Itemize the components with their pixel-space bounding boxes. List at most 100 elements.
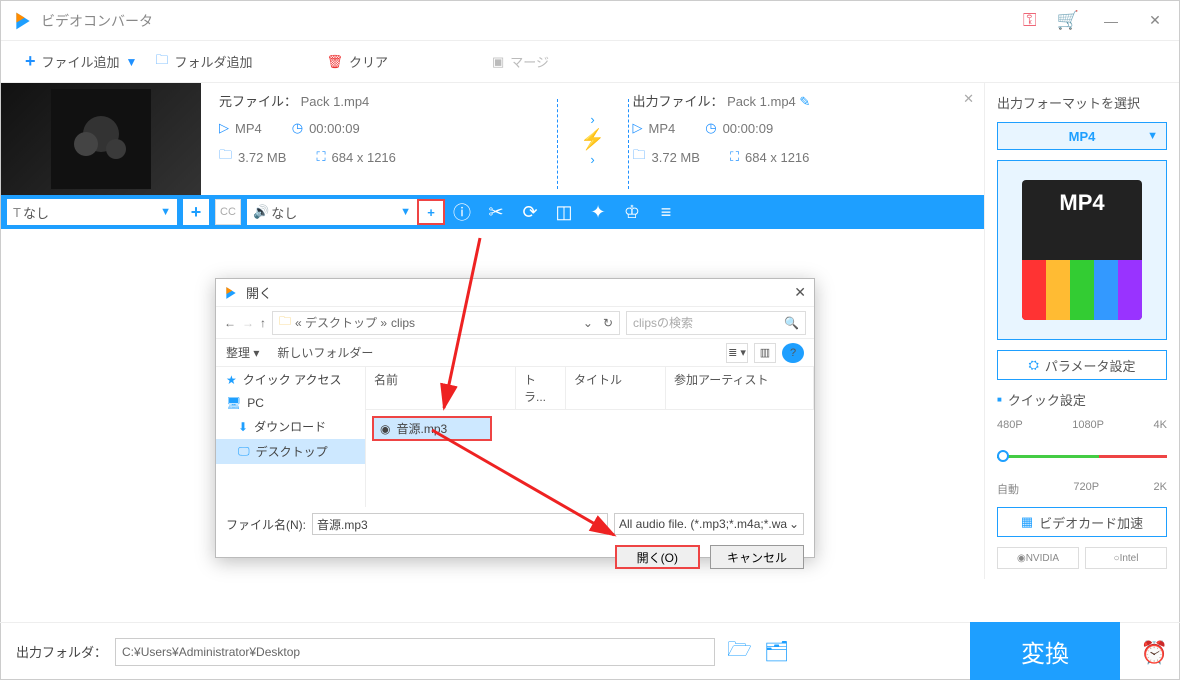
resolution-slider[interactable] — [997, 441, 1167, 471]
dialog-icon — [224, 286, 238, 300]
gpu-accel-button[interactable]: ▦ ビデオカード加速 — [997, 507, 1167, 537]
chevron-down-icon: ▼ — [400, 206, 411, 218]
add-folder-button[interactable]: 🗀 フォルダ追加 — [149, 47, 258, 77]
filename-value: 音源.mp3 — [317, 516, 368, 533]
organize-menu[interactable]: 整理 ▾ — [226, 344, 259, 361]
add-file-button[interactable]: + ファイル追加 ▼ — [19, 47, 143, 76]
search-placeholder: clipsの検索 — [633, 314, 693, 331]
right-panel: 出力フォーマットを選択 MP4 ▼ MP4 ⛭ パラメータ設定 クイック設定 4… — [984, 83, 1179, 579]
res-2k: 2K — [1154, 481, 1167, 497]
clock-icon: ◷ — [705, 120, 716, 136]
file-row: 元ファイル： Pack 1.mp4 ▷MP4 ◷00:00:09 🗀3.72 M… — [1, 83, 984, 195]
filename-input[interactable]: 音源.mp3⌄ — [312, 513, 608, 535]
pc-icon: 🖥 — [226, 396, 241, 410]
info-button[interactable]: ⓘ — [445, 195, 479, 229]
sidebar-downloads[interactable]: ⬇ダウンロード — [216, 414, 365, 439]
titlebar: ビデオコンバータ ⚿ 🛒 — ✕ — [1, 1, 1179, 41]
star-icon: ★ — [226, 373, 237, 387]
transfer-indicator: › ⚡ › — [553, 91, 633, 187]
merge-icon: ▣ — [492, 54, 504, 70]
clear-label: クリア — [349, 52, 388, 71]
col-title[interactable]: タイトル — [566, 367, 666, 409]
col-name[interactable]: 名前 — [366, 367, 516, 409]
cancel-button[interactable]: キャンセル — [710, 545, 804, 569]
quick-settings-label: クイック設定 — [997, 390, 1167, 409]
nav-back-button[interactable]: ← — [224, 316, 236, 330]
file-filter-select[interactable]: All audio file. (*.mp3;*.m4a;*.wa⌄ — [614, 513, 804, 535]
parameter-settings-button[interactable]: ⛭ パラメータ設定 — [997, 350, 1167, 380]
video-thumbnail[interactable] — [1, 83, 201, 195]
search-icon: 🔍 — [784, 316, 799, 330]
trash-icon: 🗑 — [326, 54, 343, 70]
nvidia-text: NVIDIA — [1026, 553, 1059, 564]
close-button[interactable]: ✕ — [1143, 12, 1167, 29]
sidebar-desktop[interactable]: 🖵デスクトップ — [216, 439, 365, 464]
cc-button[interactable]: CC — [215, 199, 241, 225]
cart-icon[interactable]: 🛒 — [1057, 10, 1079, 31]
batch-icon[interactable]: 🗂 — [764, 639, 789, 664]
gear-icon: ⛭ — [1028, 357, 1038, 373]
dim-icon: ⛶ — [730, 149, 739, 165]
folder-open-icon[interactable]: 🗁 — [727, 635, 752, 669]
output-folder-label: 出力フォルダ： — [16, 642, 107, 661]
chevron-down-icon: ▼ — [126, 55, 138, 69]
format-dropdown[interactable]: MP4 ▼ — [997, 122, 1167, 150]
new-folder-button[interactable]: 新しいフォルダー — [277, 344, 373, 361]
file-list: 名前 トラ... タイトル 参加アーティスト ◉ 音源.mp3 — [366, 367, 814, 507]
file-item-selected[interactable]: ◉ 音源.mp3 — [372, 416, 492, 441]
gpu-label: ビデオカード加速 — [1039, 513, 1143, 532]
path-prefix: « デスクトップ » — [295, 314, 387, 331]
key-icon[interactable]: ⚿ — [1023, 10, 1037, 31]
refresh-icon[interactable]: ↻ — [603, 316, 613, 330]
search-input[interactable]: clipsの検索 🔍 — [626, 311, 806, 335]
add-folder-label: フォルダ追加 — [174, 52, 252, 71]
subtitle-select[interactable]: T なし ▼ — [7, 199, 177, 225]
text-icon: T — [13, 205, 21, 220]
chevron-down-icon: ▼ — [160, 206, 171, 218]
file-item-name: 音源.mp3 — [396, 420, 447, 437]
bottom-bar: 出力フォルダ： C:¥Users¥Administrator¥Desktop 🗁… — [0, 622, 1180, 680]
edit-icon[interactable]: ✎ — [799, 94, 810, 109]
crop-button[interactable]: ◫ — [547, 195, 581, 229]
output-folder-input[interactable]: C:¥Users¥Administrator¥Desktop — [115, 638, 715, 666]
view-mode-button[interactable]: ≣ ▾ — [726, 343, 748, 363]
chevron-down-icon[interactable]: ⌄ — [583, 316, 593, 330]
rotate-button[interactable]: ⟳ — [513, 195, 547, 229]
src-size: 3.72 MB — [238, 150, 286, 165]
out-format: MP4 — [649, 121, 676, 136]
add-audio-button[interactable]: + — [417, 199, 445, 225]
open-button[interactable]: 開く(O) — [615, 545, 700, 569]
audio-select[interactable]: 🔊 なし ▼ — [247, 199, 417, 225]
help-button[interactable]: ? — [782, 343, 804, 363]
audio-value: なし — [271, 203, 396, 222]
format-preview: MP4 — [997, 160, 1167, 340]
clear-button[interactable]: 🗑 クリア — [320, 48, 394, 75]
audio-file-icon: ◉ — [380, 422, 390, 436]
preview-pane-button[interactable]: ▥ — [754, 343, 776, 363]
dialog-close-button[interactable]: ✕ — [794, 284, 806, 301]
path-bar[interactable]: 🗀 « デスクトップ » clips ⌄ ↻ — [272, 311, 620, 335]
nav-forward-button[interactable]: → — [242, 316, 254, 330]
remove-file-button[interactable]: ✕ — [963, 91, 974, 107]
out-duration: 00:00:09 — [723, 121, 774, 136]
dialog-sidebar: ★クイック アクセス 🖥PC ⬇ダウンロード 🖵デスクトップ — [216, 367, 366, 507]
sidebar-pc[interactable]: 🖥PC — [216, 392, 365, 414]
add-subtitle-button[interactable]: + — [183, 199, 209, 225]
minimize-button[interactable]: — — [1099, 13, 1123, 29]
col-artist[interactable]: 参加アーティスト — [666, 367, 814, 409]
cut-button[interactable]: ✂ — [479, 195, 513, 229]
merge-button[interactable]: ▣ マージ — [486, 48, 555, 75]
format-icon: ▷ — [633, 120, 643, 136]
alarm-icon[interactable]: ⏰ — [1141, 640, 1168, 666]
nvidia-badge: ◉ NVIDIA — [997, 547, 1079, 569]
nav-up-button[interactable]: ↑ — [260, 316, 266, 330]
adjust-button[interactable]: ≡ — [649, 195, 683, 229]
col-track[interactable]: トラ... — [516, 367, 566, 409]
chevron-down-icon: ▼ — [1147, 130, 1158, 142]
sidebar-quick-access[interactable]: ★クイック アクセス — [216, 367, 365, 392]
watermark-button[interactable]: ♔ — [615, 195, 649, 229]
output-filename: Pack 1.mp4 — [727, 94, 796, 109]
convert-button[interactable]: 変換 — [970, 622, 1120, 680]
effects-button[interactable]: ✦ — [581, 195, 615, 229]
src-duration: 00:00:09 — [309, 121, 360, 136]
